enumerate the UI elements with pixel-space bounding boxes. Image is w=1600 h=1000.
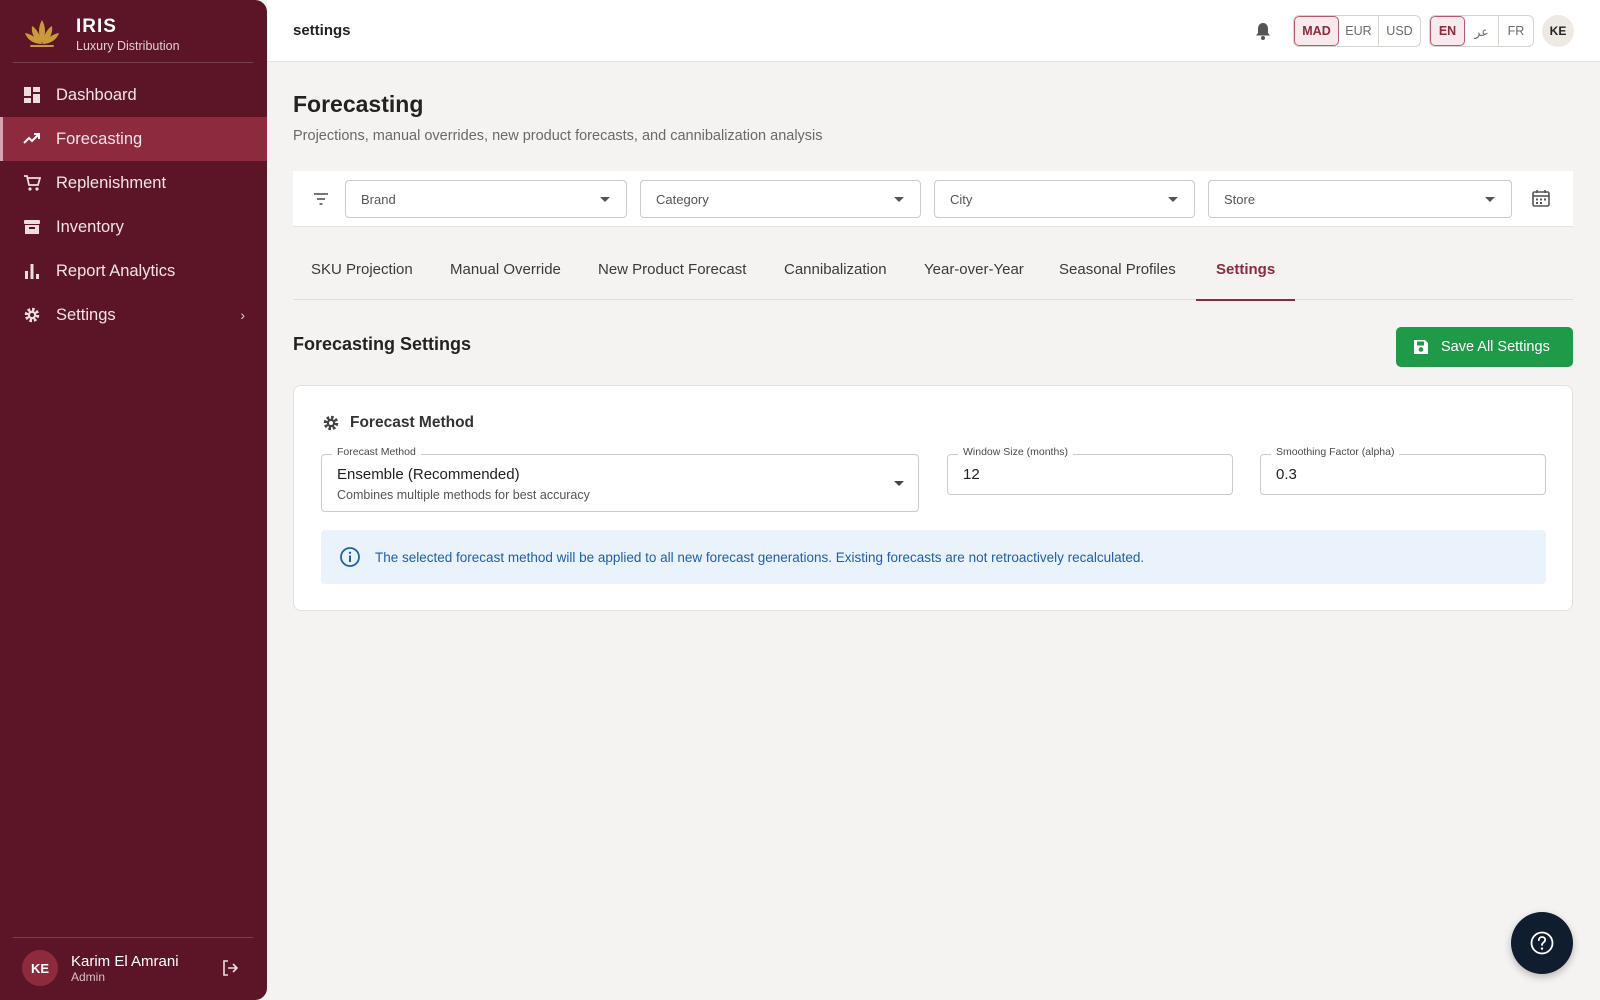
currency-eur[interactable]: EUR bbox=[1339, 16, 1379, 46]
save-icon bbox=[1414, 340, 1428, 354]
sidebar-item-label: Report Analytics bbox=[56, 261, 176, 280]
store-select[interactable]: Store bbox=[1208, 180, 1512, 218]
sidebar-nav: Dashboard Forecasting Replenishment Inve… bbox=[0, 73, 267, 337]
currency-switcher: MAD EUR USD bbox=[1293, 15, 1421, 47]
currency-mad[interactable]: MAD bbox=[1294, 16, 1339, 46]
brand-title: IRIS bbox=[76, 15, 117, 37]
store-select-label: Store bbox=[1224, 192, 1256, 207]
tab-sku-projection[interactable]: SKU Projection bbox=[311, 248, 413, 300]
caret-down-icon bbox=[1485, 197, 1495, 202]
page-subtitle: Projections, manual overrides, new produ… bbox=[293, 128, 823, 144]
category-select-label: Category bbox=[656, 192, 709, 207]
brand[interactable]: IRIS Luxury Distribution bbox=[22, 14, 180, 54]
caret-down-icon bbox=[600, 197, 610, 202]
help-icon bbox=[1530, 931, 1554, 955]
filter-icon[interactable] bbox=[312, 190, 330, 208]
calendar-icon[interactable] bbox=[1531, 188, 1551, 208]
language-en[interactable]: EN bbox=[1430, 16, 1465, 46]
sidebar-divider bbox=[13, 62, 253, 63]
tab-cannibalization[interactable]: Cannibalization bbox=[784, 248, 887, 300]
language-fr[interactable]: FR bbox=[1499, 16, 1533, 46]
sidebar-item-replenishment[interactable]: Replenishment bbox=[0, 161, 267, 205]
top-bar: settings MAD EUR USD EN عر FR KE bbox=[267, 0, 1600, 62]
forecast-method-select[interactable]: Forecast Method Ensemble (Recommended) C… bbox=[321, 446, 919, 512]
card-title: Forecast Method bbox=[350, 414, 475, 431]
language-ar[interactable]: عر bbox=[1465, 16, 1499, 46]
sidebar-item-inventory[interactable]: Inventory bbox=[0, 205, 267, 249]
user-name: Karim El Amrani bbox=[71, 952, 179, 970]
caret-down-icon bbox=[894, 197, 904, 202]
forecast-method-value: Ensemble (Recommended) bbox=[337, 466, 520, 483]
sidebar-user: KE Karim El Amrani Admin bbox=[22, 950, 242, 986]
section-title: Forecasting Settings bbox=[293, 334, 472, 354]
chevron-right-icon: › bbox=[240, 307, 245, 323]
smoothing-factor-field[interactable]: Smoothing Factor (alpha) 0.3 bbox=[1260, 446, 1546, 495]
caret-down-icon bbox=[1168, 197, 1178, 202]
sidebar-item-forecasting[interactable]: Forecasting bbox=[0, 117, 267, 161]
info-icon bbox=[340, 547, 360, 567]
notification-bell-icon[interactable] bbox=[1254, 21, 1272, 41]
smoothing-factor-value: 0.3 bbox=[1276, 466, 1297, 483]
filter-bar: Brand Category City Store bbox=[293, 171, 1573, 227]
avatar[interactable]: KE bbox=[22, 950, 58, 986]
info-alert: The selected forecast method will be app… bbox=[321, 530, 1546, 584]
archive-icon bbox=[23, 218, 41, 236]
sidebar-item-label: Settings bbox=[56, 305, 116, 324]
window-size-value: 12 bbox=[963, 466, 980, 483]
bar-chart-icon bbox=[23, 262, 41, 280]
save-all-settings-button[interactable]: Save All Settings bbox=[1396, 327, 1573, 367]
sidebar-divider bbox=[13, 937, 253, 938]
sidebar-item-label: Dashboard bbox=[56, 85, 137, 104]
help-button[interactable] bbox=[1511, 912, 1573, 974]
breadcrumb: settings bbox=[293, 22, 351, 39]
gear-icon bbox=[23, 306, 41, 324]
sidebar-item-label: Inventory bbox=[56, 217, 124, 236]
dashboard-icon bbox=[23, 86, 41, 104]
brand-select[interactable]: Brand bbox=[345, 180, 627, 218]
city-select-label: City bbox=[950, 192, 973, 207]
forecast-method-description: Combines multiple methods for best accur… bbox=[337, 488, 590, 502]
save-button-label: Save All Settings bbox=[1441, 339, 1550, 355]
tab-new-product-forecast[interactable]: New Product Forecast bbox=[598, 248, 746, 300]
sidebar-item-settings[interactable]: Settings › bbox=[0, 293, 267, 337]
caret-down-icon bbox=[894, 481, 904, 486]
brand-subtitle: Luxury Distribution bbox=[76, 38, 180, 53]
currency-usd[interactable]: USD bbox=[1379, 16, 1420, 46]
tab-manual-override[interactable]: Manual Override bbox=[450, 248, 561, 300]
sidebar-item-label: Replenishment bbox=[56, 173, 167, 192]
category-select[interactable]: Category bbox=[640, 180, 921, 218]
sidebar-item-dashboard[interactable]: Dashboard bbox=[0, 73, 267, 117]
forecast-method-label: Forecast Method bbox=[332, 446, 421, 458]
language-switcher: EN عر FR bbox=[1429, 15, 1534, 47]
tab-settings[interactable]: Settings bbox=[1195, 248, 1296, 301]
window-size-field[interactable]: Window Size (months) 12 bbox=[947, 446, 1233, 495]
user-role: Admin bbox=[71, 969, 106, 984]
city-select[interactable]: City bbox=[934, 180, 1195, 218]
brand-select-label: Brand bbox=[361, 192, 396, 207]
forecasting-tabs: SKU Projection Manual Override New Produ… bbox=[293, 248, 1573, 301]
page-title: Forecasting bbox=[293, 91, 424, 117]
avatar[interactable]: KE bbox=[1542, 15, 1574, 47]
forecast-method-card: Forecast Method Forecast Method Ensemble… bbox=[293, 385, 1573, 611]
sidebar: IRIS Luxury Distribution Dashboard Forec… bbox=[0, 0, 267, 1000]
lotus-logo-icon bbox=[25, 20, 59, 47]
window-size-label: Window Size (months) bbox=[958, 446, 1074, 458]
smoothing-factor-label: Smoothing Factor (alpha) bbox=[1271, 446, 1400, 458]
logout-icon[interactable] bbox=[221, 959, 239, 977]
tab-year-over-year[interactable]: Year-over-Year bbox=[924, 248, 1024, 300]
gear-icon bbox=[323, 415, 339, 431]
tab-seasonal-profiles[interactable]: Seasonal Profiles bbox=[1059, 248, 1176, 300]
cart-icon bbox=[23, 174, 41, 192]
sidebar-item-report-analytics[interactable]: Report Analytics bbox=[0, 249, 267, 293]
trending-up-icon bbox=[23, 130, 41, 148]
info-message: The selected forecast method will be app… bbox=[375, 549, 1145, 565]
sidebar-item-label: Forecasting bbox=[56, 129, 143, 148]
